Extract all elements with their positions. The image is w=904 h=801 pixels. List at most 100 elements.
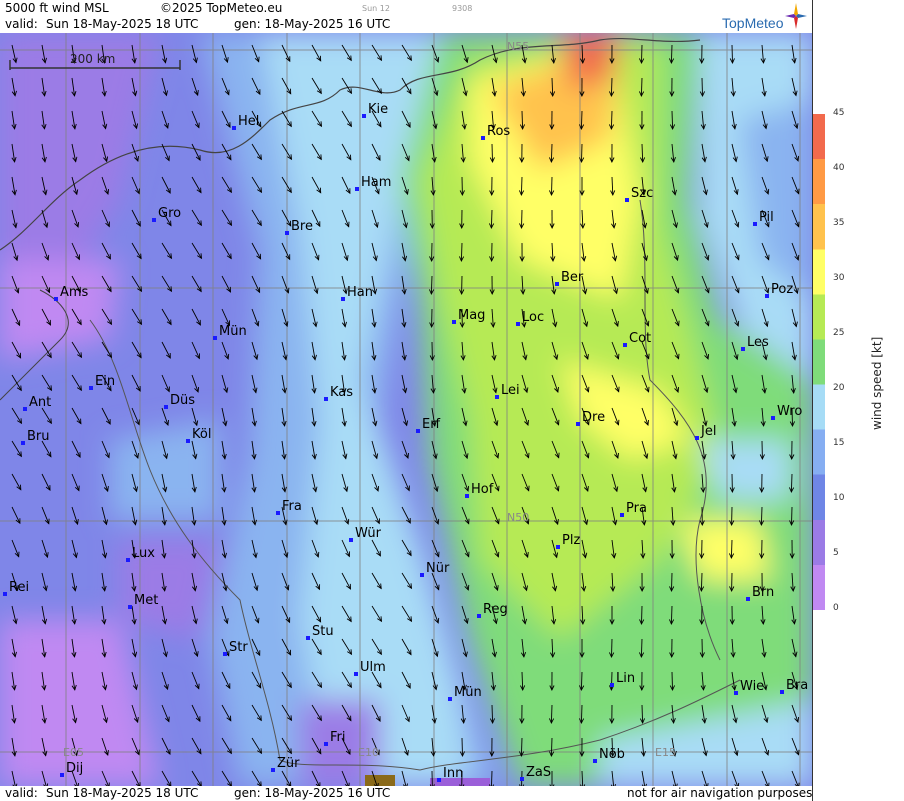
city-marker-icon [465, 494, 469, 498]
city-label: Pil [759, 210, 774, 225]
legend-tick: 45 [833, 108, 845, 118]
city-label: Mag [458, 308, 485, 323]
city-label: Wro [777, 404, 802, 419]
city-mün: Mün [448, 685, 482, 701]
city-mag: Mag [452, 308, 485, 324]
city-label: Pra [626, 501, 647, 516]
legend-tick: 5 [833, 548, 839, 558]
compass-logo-icon [785, 3, 807, 29]
grid-label-n55: N55 [507, 40, 529, 53]
city-label: Ulm [360, 660, 386, 675]
city-label: Ant [29, 395, 51, 410]
city-label: Düs [170, 393, 195, 408]
city-marker-icon [341, 297, 345, 301]
city-marker-icon [746, 597, 750, 601]
city-marker-icon [495, 395, 499, 399]
legend-tick: 10 [833, 493, 845, 503]
footer-generated-time: gen: 18-May-2025 16 UTC [234, 786, 391, 800]
city-label: Hof [471, 482, 494, 497]
city-marker-icon [3, 592, 7, 596]
city-marker-icon [152, 218, 156, 222]
city-label: Bre [291, 219, 313, 234]
legend-tick: 25 [833, 328, 845, 338]
city-marker-icon [623, 343, 627, 347]
city-marker-icon [21, 441, 25, 445]
terrain-patch [365, 775, 395, 786]
city-label: Szc [631, 186, 653, 201]
city-mün: Mün [213, 324, 247, 340]
city-marker-icon [771, 416, 775, 420]
city-marker-icon [186, 439, 190, 443]
city-marker-icon [354, 672, 358, 676]
city-marker-icon [625, 198, 629, 202]
city-label: Met [134, 593, 158, 608]
city-label: Ams [60, 285, 89, 300]
city-label: Inn [443, 766, 463, 781]
city-label: Brn [752, 585, 774, 600]
city-label: Han [347, 285, 373, 300]
city-label: Ber [561, 270, 584, 285]
city-label: Ein [95, 374, 115, 389]
city-label: Fri [330, 730, 346, 745]
city-marker-icon [477, 614, 481, 618]
city-marker-icon [164, 405, 168, 409]
city-marker-icon [516, 322, 520, 326]
city-label: Kie [368, 102, 388, 117]
city-marker-icon [593, 759, 597, 763]
city-label: Gro [158, 206, 181, 221]
city-marker-icon [285, 231, 289, 235]
city-marker-icon [481, 136, 485, 140]
city-marker-icon [276, 511, 280, 515]
legend-tick: 40 [833, 163, 845, 173]
city-label: Loc [522, 310, 544, 325]
city-marker-icon [734, 691, 738, 695]
city-label: Dre [582, 410, 605, 425]
city-marker-icon [753, 222, 757, 226]
city-label: Ros [487, 124, 510, 139]
city-marker-icon [60, 773, 64, 777]
city-label: Nür [426, 561, 450, 576]
disclaimer: not for air navigation purposes [627, 786, 813, 800]
city-marker-icon [765, 294, 769, 298]
small-run-label: Sun 12 [362, 4, 390, 13]
city-label: Hel [238, 114, 259, 129]
small-code-label: 9308 [452, 4, 473, 13]
city-label: ZaS [526, 765, 551, 780]
city-label: Bra [786, 678, 808, 693]
legend-tick: 30 [833, 273, 845, 283]
city-label: Lin [616, 671, 635, 686]
legend-title: wind speed [kt] [870, 336, 884, 430]
city-label: Wür [355, 526, 382, 541]
wind-map[interactable]: N55 N50 E05 E10 E15 200 km Kie Hel Ros Ham S… [0, 33, 812, 786]
city-label: Jel [700, 424, 716, 439]
valid-label: valid: [5, 17, 38, 31]
generated-time: gen: 18-May-2025 16 UTC [234, 17, 391, 31]
city-label: Plz [562, 533, 580, 548]
city-label: Wie [740, 679, 764, 694]
grid-label-n50: N50 [507, 511, 529, 524]
valid-time: Sun 18-May-2025 18 UTC [46, 17, 199, 31]
city-label: Lux [132, 546, 155, 561]
city-marker-icon [213, 336, 217, 340]
city-marker-icon [695, 436, 699, 440]
grid-label-e15: E15 [655, 746, 676, 759]
city-marker-icon [89, 386, 93, 390]
city-marker-icon [741, 347, 745, 351]
city-marker-icon [355, 187, 359, 191]
city-marker-icon [362, 114, 366, 118]
city-marker-icon [437, 778, 441, 782]
city-marker-icon [610, 683, 614, 687]
city-label: Erf [422, 417, 441, 432]
footer-bar: valid: Sun 18-May-2025 18 UTC gen: 18-Ma… [0, 786, 812, 801]
city-marker-icon [556, 545, 560, 549]
city-marker-icon [324, 397, 328, 401]
scale-bar-label: 200 km [70, 52, 115, 66]
city-marker-icon [448, 697, 452, 701]
city-marker-icon [126, 558, 130, 562]
city-label: Les [747, 335, 769, 350]
grid-label-e10: E10 [358, 746, 379, 759]
city-marker-icon [452, 320, 456, 324]
copyright: ©2025 TopMeteo.eu [160, 1, 283, 15]
city-ams: Ams [54, 285, 89, 301]
wind-speed-legend: 0 5 10 15 20 25 30 35 40 45 [812, 0, 904, 801]
